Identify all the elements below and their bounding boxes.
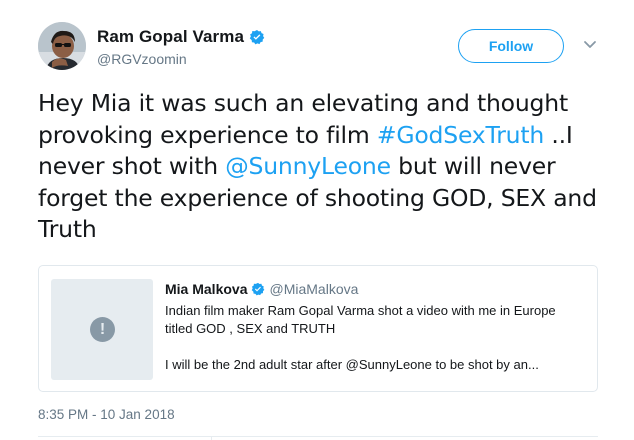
quoted-tweet-card[interactable]: ! Mia Malkova @MiaMalkova Indian film ma… [38, 265, 598, 392]
hashtag-link[interactable]: #GodSexTruth [377, 121, 544, 149]
quoted-handle: @MiaMalkova [269, 281, 359, 297]
chevron-down-icon[interactable] [583, 40, 597, 50]
quoted-media-placeholder[interactable]: ! [51, 279, 153, 380]
verified-badge-icon [249, 30, 265, 45]
divider [38, 436, 598, 437]
divider [211, 436, 212, 440]
author-avatar[interactable] [38, 22, 86, 70]
verified-badge-icon [252, 282, 265, 296]
author-display-name[interactable]: Ram Gopal Varma [97, 27, 244, 47]
quoted-text-line: I will be the 2nd adult star after @Sunn… [165, 357, 539, 372]
quoted-tweet-text: Indian film maker Ram Gopal Varma shot a… [165, 302, 585, 374]
tweet-text: Hey Mia it was such an elevating and tho… [38, 88, 608, 246]
sensitive-media-icon: ! [90, 317, 115, 342]
follow-button[interactable]: Follow [458, 29, 564, 63]
quoted-author-row: Mia Malkova @MiaMalkova [165, 281, 358, 297]
quoted-text-line: Indian film maker Ram Gopal Varma shot a… [165, 303, 556, 318]
quoted-text-line: titled GOD , SEX and TRUTH [165, 321, 336, 336]
author-name-row: Ram Gopal Varma [97, 27, 265, 47]
tweet-timestamp[interactable]: 8:35 PM - 10 Jan 2018 [38, 407, 175, 422]
mention-link[interactable]: @SunnyLeone [225, 152, 391, 180]
quoted-display-name: Mia Malkova [165, 281, 248, 297]
author-handle[interactable]: @RGVzoomin [97, 51, 187, 67]
